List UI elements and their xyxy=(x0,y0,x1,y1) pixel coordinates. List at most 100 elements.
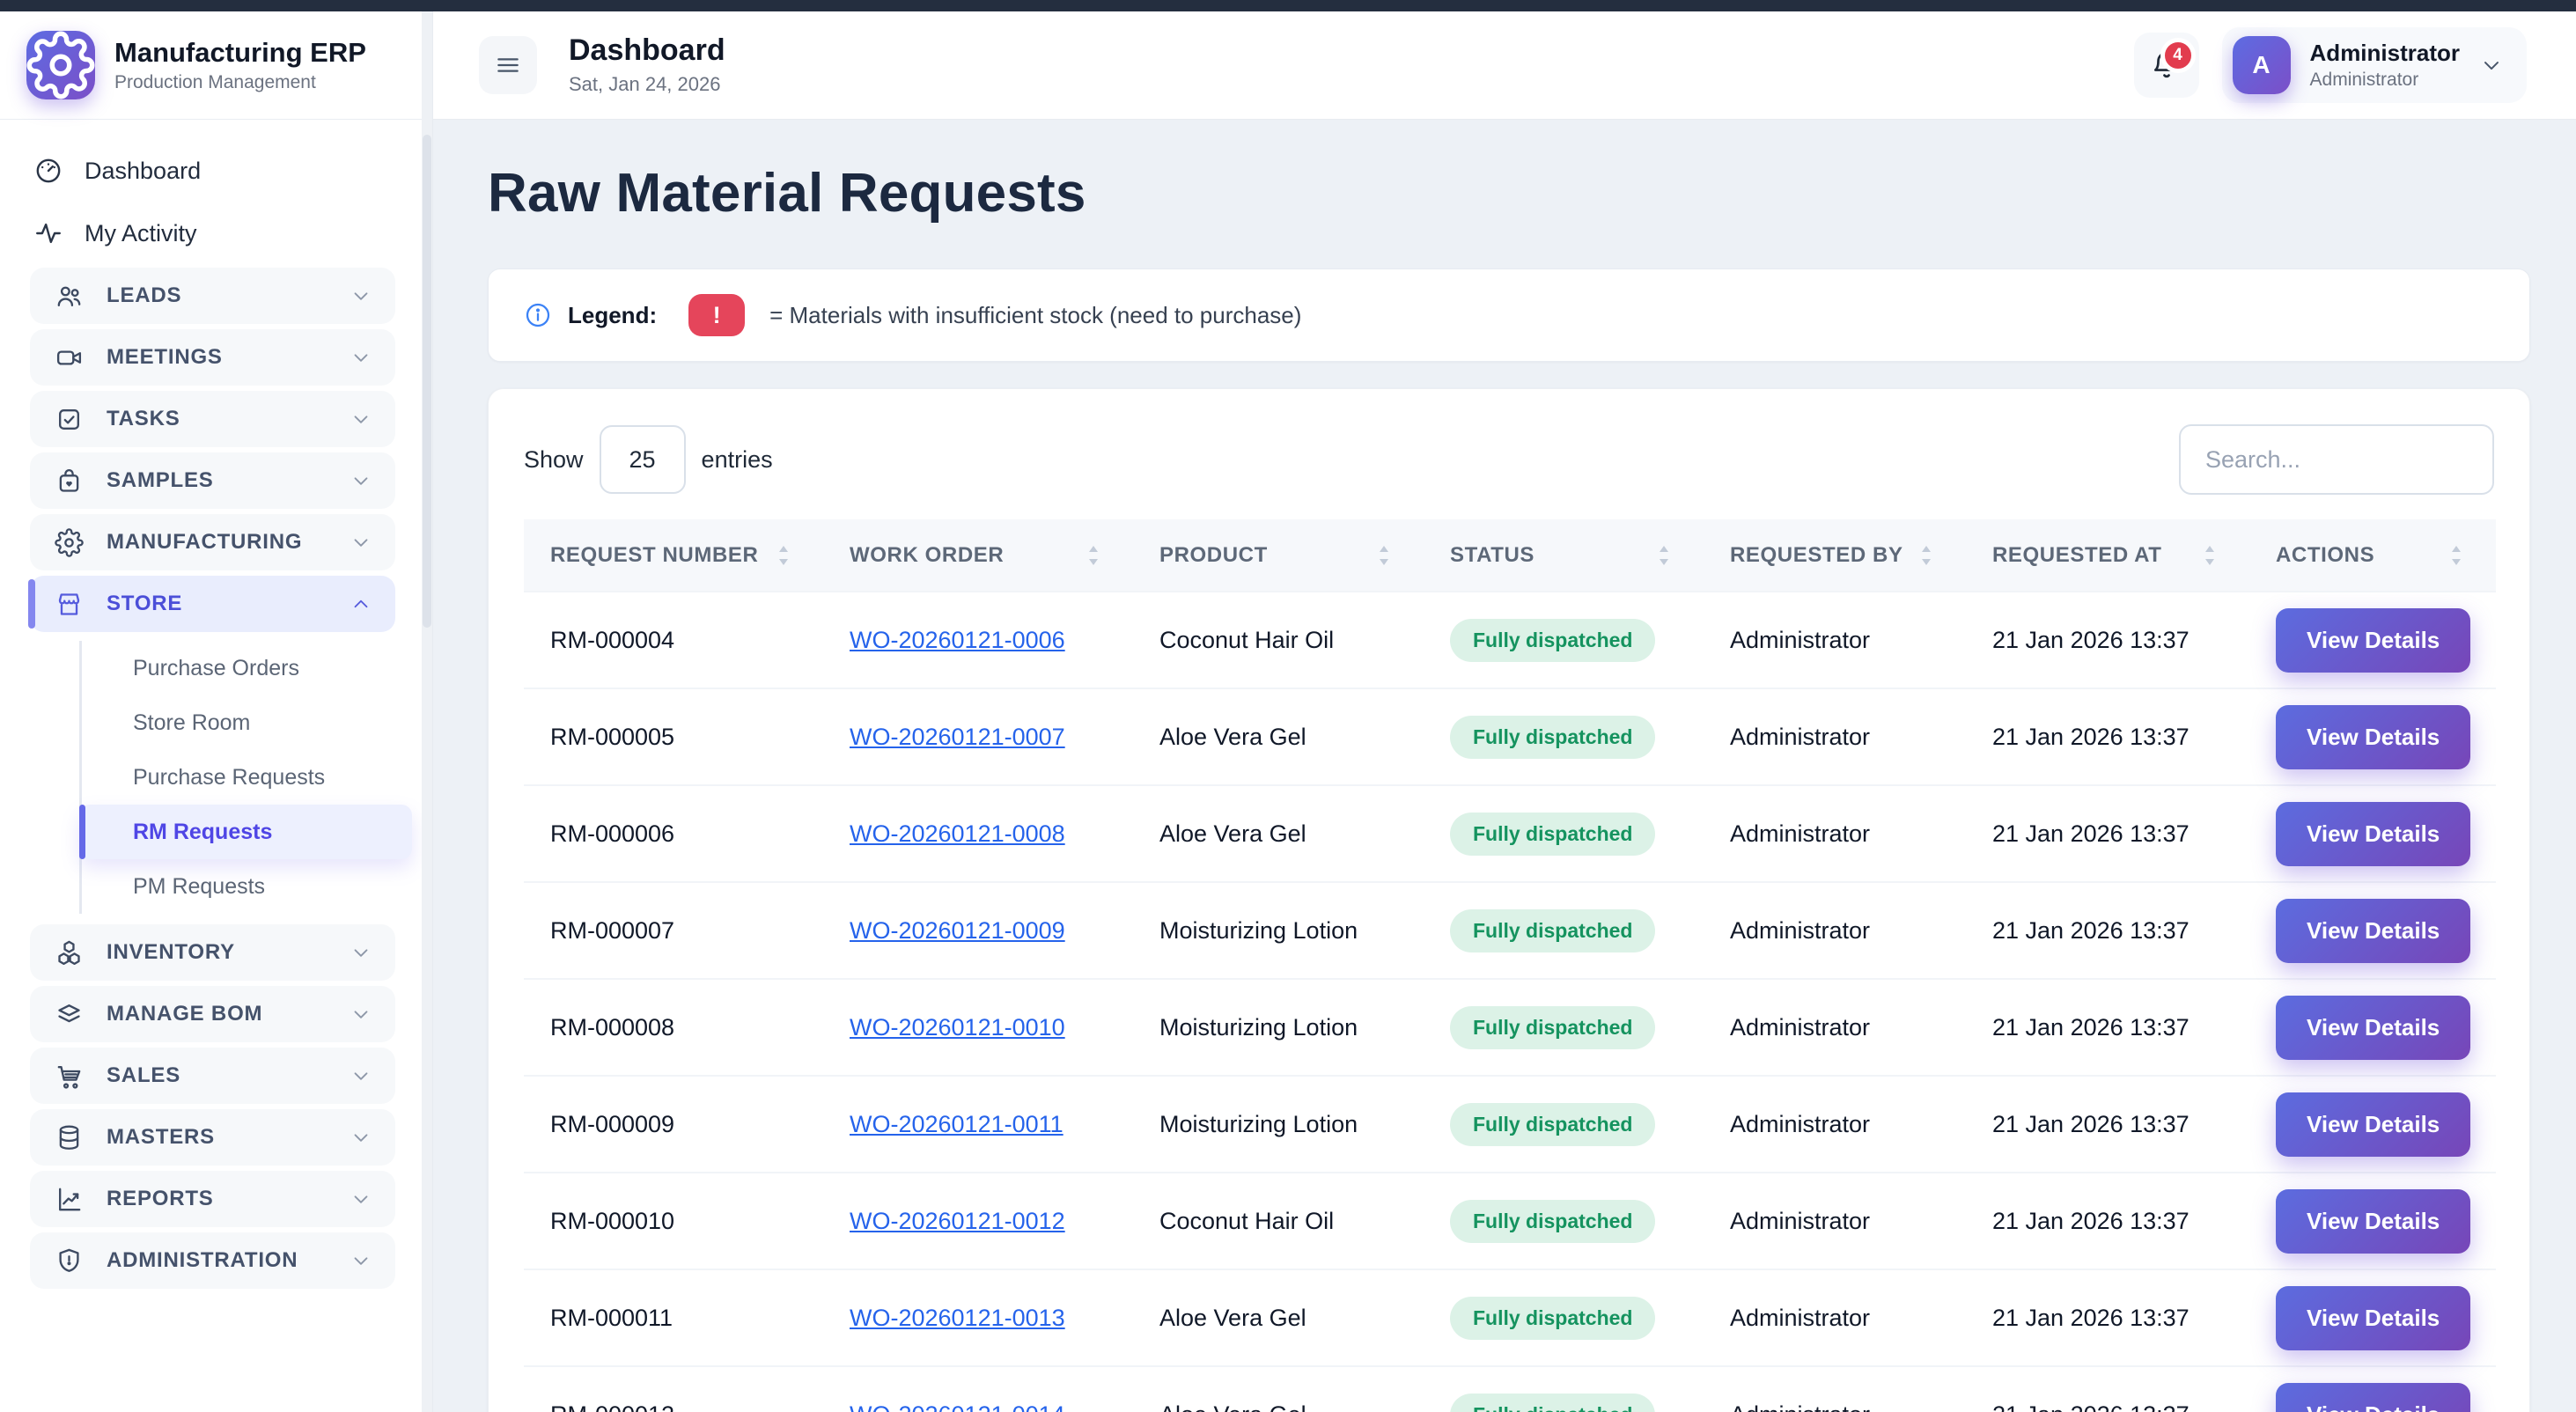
sidebar-item-administration[interactable]: ADMINISTRATION xyxy=(30,1232,395,1289)
work-order-link[interactable]: WO-20260121-0006 xyxy=(850,627,1065,653)
column-header-requested-by[interactable]: REQUESTED BY xyxy=(1704,519,1966,592)
chevron-down-icon xyxy=(350,1064,372,1087)
column-header-label: PRODUCT xyxy=(1159,543,1268,568)
sidebar-item-inventory[interactable]: INVENTORY xyxy=(30,924,395,981)
sidebar-item-sales[interactable]: SALES xyxy=(30,1048,395,1104)
cell-work-order: WO-20260121-0008 xyxy=(823,785,1133,882)
sidebar-item-dashboard[interactable]: Dashboard xyxy=(30,143,395,199)
submenu-item-rm-requests[interactable]: RM Requests xyxy=(79,805,412,859)
cell-actions: View Details xyxy=(2249,1076,2496,1173)
work-order-link[interactable]: WO-20260121-0008 xyxy=(850,820,1065,847)
sidebar-item-label: REPORTS xyxy=(107,1187,214,1211)
work-order-link[interactable]: WO-20260121-0010 xyxy=(850,1014,1065,1041)
sidebar-scrollbar[interactable] xyxy=(422,11,432,1412)
view-details-button[interactable]: View Details xyxy=(2276,996,2470,1060)
sidebar-item-masters[interactable]: MASTERS xyxy=(30,1109,395,1166)
search-input[interactable] xyxy=(2179,424,2494,495)
view-details-button[interactable]: View Details xyxy=(2276,899,2470,963)
cell-product: Moisturizing Lotion xyxy=(1133,1076,1424,1173)
shield-icon xyxy=(55,1247,84,1276)
view-details-button[interactable]: View Details xyxy=(2276,705,2470,769)
submenu-item-purchase-orders[interactable]: Purchase Orders xyxy=(82,641,395,695)
sidebar-item-my-activity[interactable]: My Activity xyxy=(30,205,395,261)
status-badge: Fully dispatched xyxy=(1450,1394,1655,1412)
view-details-button[interactable]: View Details xyxy=(2276,1286,2470,1350)
cell-work-order: WO-20260121-0011 xyxy=(823,1076,1133,1173)
submenu-item-purchase-requests[interactable]: Purchase Requests xyxy=(82,750,395,805)
sidebar-toggle-button[interactable] xyxy=(479,36,537,94)
sidebar-scrollbar-thumb[interactable] xyxy=(423,135,431,628)
view-details-button[interactable]: View Details xyxy=(2276,1383,2470,1412)
column-header-actions[interactable]: ACTIONS xyxy=(2249,519,2496,592)
work-order-link[interactable]: WO-20260121-0009 xyxy=(850,917,1065,944)
sidebar-item-reports[interactable]: REPORTS xyxy=(30,1171,395,1227)
chevron-down-icon xyxy=(350,1188,372,1210)
sidebar-item-store[interactable]: STORE xyxy=(30,576,395,632)
notification-count-badge: 4 xyxy=(2160,38,2196,73)
cell-requested-at: 21 Jan 2026 13:37 xyxy=(1966,1076,2249,1173)
app-name: Manufacturing ERP xyxy=(114,37,366,69)
chart-icon xyxy=(55,1185,84,1214)
table-row: RM-000005WO-20260121-0007Aloe Vera GelFu… xyxy=(524,688,2496,785)
sidebar-item-manage-bom[interactable]: MANAGE BOM xyxy=(30,986,395,1042)
column-header-work-order[interactable]: WORK ORDER xyxy=(823,519,1133,592)
work-order-link[interactable]: WO-20260121-0012 xyxy=(850,1208,1065,1234)
top-header: Dashboard Sat, Jan 24, 2026 4 A Administ… xyxy=(433,11,2576,120)
cell-request-number: RM-000007 xyxy=(524,882,823,979)
cell-product: Moisturizing Lotion xyxy=(1133,979,1424,1076)
table-header-row: REQUEST NUMBERWORK ORDERPRODUCTSTATUSREQ… xyxy=(524,519,2496,592)
sidebar-item-meetings[interactable]: MEETINGS xyxy=(30,329,395,386)
submenu-item-label: Purchase Orders xyxy=(133,656,299,681)
view-details-button[interactable]: View Details xyxy=(2276,802,2470,866)
column-header-requested-at[interactable]: REQUESTED AT xyxy=(1966,519,2249,592)
sidebar-item-samples[interactable]: SAMPLES xyxy=(30,452,395,509)
sort-icon xyxy=(2200,544,2219,567)
submenu-item-label: PM Requests xyxy=(133,874,265,900)
user-menu[interactable]: A Administrator Administrator xyxy=(2222,27,2527,103)
table-row: RM-000009WO-20260121-0011Moisturizing Lo… xyxy=(524,1076,2496,1173)
cell-actions: View Details xyxy=(2249,1366,2496,1412)
status-badge: Fully dispatched xyxy=(1450,1103,1655,1146)
work-order-link[interactable]: WO-20260121-0013 xyxy=(850,1305,1065,1331)
cell-status: Fully dispatched xyxy=(1424,1269,1704,1366)
window-top-bar xyxy=(0,0,2576,11)
chevron-down-icon xyxy=(350,1126,372,1149)
table-row: RM-000006WO-20260121-0008Aloe Vera GelFu… xyxy=(524,785,2496,882)
cell-work-order: WO-20260121-0012 xyxy=(823,1173,1133,1269)
app-tagline: Production Management xyxy=(114,72,366,93)
work-order-link[interactable]: WO-20260121-0011 xyxy=(850,1111,1064,1137)
status-badge: Fully dispatched xyxy=(1450,1200,1655,1243)
sample-box-icon xyxy=(55,467,84,496)
view-details-button[interactable]: View Details xyxy=(2276,1189,2470,1254)
cell-status: Fully dispatched xyxy=(1424,1173,1704,1269)
cell-status: Fully dispatched xyxy=(1424,592,1704,688)
sidebar-item-tasks[interactable]: TASKS xyxy=(30,391,395,447)
show-label: Show xyxy=(524,446,584,474)
cell-actions: View Details xyxy=(2249,785,2496,882)
submenu-item-store-room[interactable]: Store Room xyxy=(82,695,395,750)
cell-actions: View Details xyxy=(2249,1269,2496,1366)
column-header-product[interactable]: PRODUCT xyxy=(1133,519,1424,592)
cell-work-order: WO-20260121-0006 xyxy=(823,592,1133,688)
status-badge: Fully dispatched xyxy=(1450,813,1655,856)
requests-table-card: Show 25 entries REQUEST NUMBERWORK ORDER… xyxy=(488,388,2530,1412)
work-order-link[interactable]: WO-20260121-0007 xyxy=(850,724,1065,750)
cell-work-order: WO-20260121-0009 xyxy=(823,882,1133,979)
store-icon xyxy=(55,590,84,619)
column-header-status[interactable]: STATUS xyxy=(1424,519,1704,592)
notifications-button[interactable]: 4 xyxy=(2134,33,2199,98)
work-order-link[interactable]: WO-20260121-0014 xyxy=(850,1401,1065,1412)
sidebar-item-manufacturing[interactable]: MANUFACTURING xyxy=(30,514,395,570)
sidebar-item-leads[interactable]: LEADS xyxy=(30,268,395,324)
page-title: Raw Material Requests xyxy=(488,162,2530,224)
main-content: Raw Material Requests Legend: ! = Materi… xyxy=(433,120,2576,1412)
chevron-down-icon xyxy=(350,346,372,369)
submenu-item-pm-requests[interactable]: PM Requests xyxy=(82,859,395,914)
column-header-request-number[interactable]: REQUEST NUMBER xyxy=(524,519,823,592)
status-badge: Fully dispatched xyxy=(1450,619,1655,662)
cell-requested-at: 21 Jan 2026 13:37 xyxy=(1966,1366,2249,1412)
view-details-button[interactable]: View Details xyxy=(2276,1092,2470,1157)
cell-work-order: WO-20260121-0014 xyxy=(823,1366,1133,1412)
entries-per-page-select[interactable]: 25 xyxy=(600,425,686,494)
view-details-button[interactable]: View Details xyxy=(2276,608,2470,673)
